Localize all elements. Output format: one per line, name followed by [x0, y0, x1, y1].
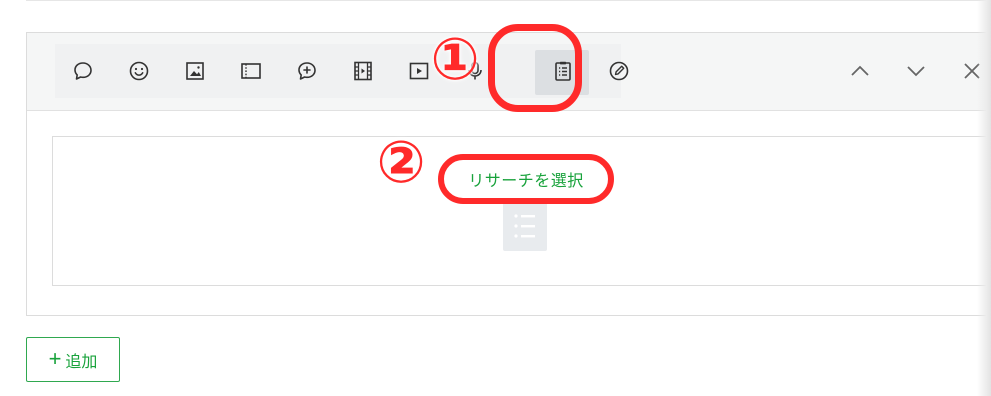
clipboard-list-icon — [555, 61, 571, 81]
image-tool[interactable] — [167, 44, 223, 98]
speech-bubble-icon — [74, 62, 92, 80]
step-1-marker: ① — [430, 25, 480, 93]
card-tool[interactable] — [223, 44, 279, 98]
research-placeholder-icon — [503, 196, 547, 251]
panel-header — [27, 33, 991, 111]
add-bubble-icon — [298, 62, 316, 80]
add-button-label: 追加 — [65, 353, 98, 371]
film-icon — [354, 61, 372, 81]
plus-icon: + — [48, 345, 62, 371]
scroll-edge-shadow — [977, 0, 991, 396]
step-2-marker: ② — [376, 128, 426, 196]
add-button[interactable]: + 追加 — [26, 337, 120, 382]
card-icon — [241, 63, 261, 79]
sticker-tool[interactable] — [111, 44, 167, 98]
top-divider — [26, 0, 991, 1]
smiley-icon — [129, 61, 149, 81]
move-down-button[interactable] — [898, 53, 934, 89]
research-tool[interactable] — [535, 44, 591, 98]
chevron-down-icon — [907, 66, 925, 77]
move-up-button[interactable] — [842, 53, 878, 89]
select-research-label: リサーチを選択 — [468, 173, 584, 190]
film-tool[interactable] — [335, 44, 391, 98]
add-bubble-tool[interactable] — [279, 44, 335, 98]
select-research-link[interactable]: リサーチを選択 — [438, 154, 614, 204]
text-message-tool[interactable] — [55, 44, 111, 98]
message-type-toolbar — [55, 44, 629, 98]
edit-tool[interactable] — [591, 44, 647, 98]
image-icon — [186, 62, 204, 80]
pencil-circle-icon — [609, 61, 629, 81]
chevron-up-icon — [851, 65, 869, 76]
